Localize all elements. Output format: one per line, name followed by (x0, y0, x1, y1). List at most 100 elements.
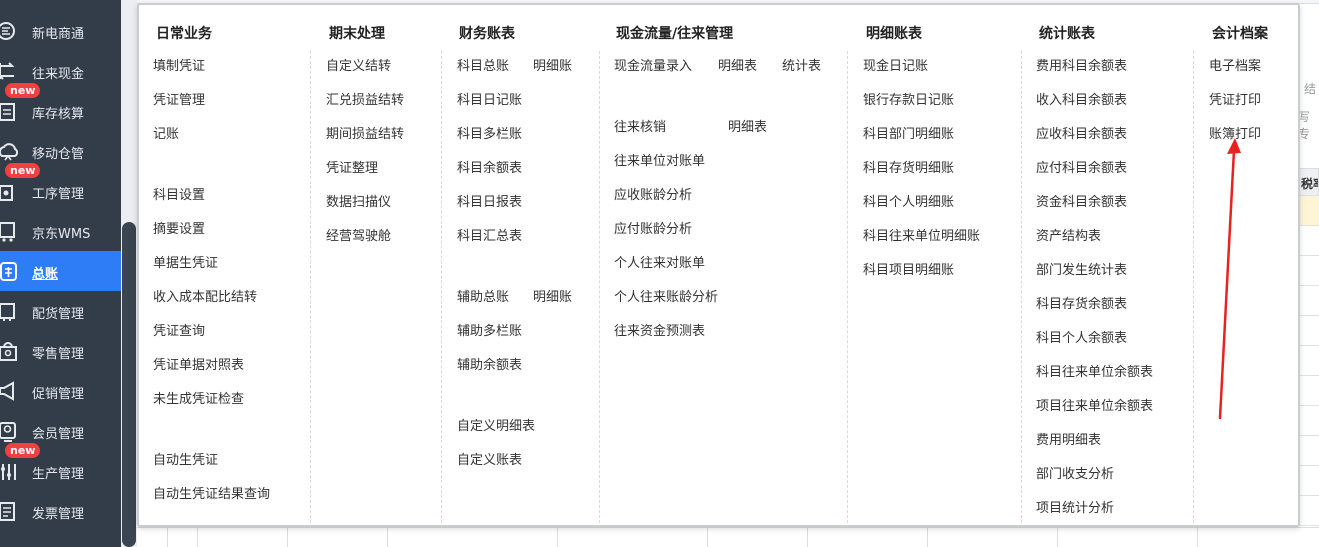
menu-item[interactable]: 费用科目余额表 (1036, 55, 1127, 74)
menu-item-ledger-print[interactable]: 账簿打印 (1209, 123, 1261, 142)
menu-item[interactable]: 现金流量录入 (614, 55, 692, 74)
menu-item[interactable]: 往来核销 (614, 116, 666, 135)
promotion-icon (0, 380, 18, 402)
menu-item[interactable]: 科目汇总表 (457, 225, 522, 244)
menu-item[interactable]: 自定义结转 (326, 55, 391, 74)
menu-item[interactable]: 资金科目余额表 (1036, 191, 1127, 210)
menu-item[interactable]: 凭证管理 (153, 89, 205, 108)
menu-item[interactable]: 科目往来单位余额表 (1036, 361, 1153, 380)
sidebar-item-ecommerce[interactable]: 新电商通 (0, 11, 121, 51)
menu-item[interactable]: 应付科目余额表 (1036, 157, 1127, 176)
menu-item[interactable]: 单据生凭证 (153, 252, 218, 271)
sidebar-item-production[interactable]: new 生产管理 (0, 443, 121, 491)
menu-item[interactable]: 自定义账表 (457, 449, 522, 468)
menu-item[interactable]: 资产结构表 (1036, 225, 1101, 244)
menu-item[interactable]: 辅助总账 (457, 286, 509, 305)
menu-item[interactable]: 科目项目明细账 (863, 259, 954, 278)
background-table-footer (137, 527, 1319, 547)
menu-item[interactable]: 明细表 (718, 55, 757, 74)
sidebar-item-distribution[interactable]: 配货管理 (0, 291, 121, 331)
new-badge: new (5, 163, 41, 178)
menu-item[interactable]: 科目个人余额表 (1036, 327, 1127, 346)
menu-item[interactable]: 往来单位对账单 (614, 150, 705, 169)
menu-item[interactable]: 汇兑损益结转 (326, 89, 404, 108)
menu-item[interactable]: 科目设置 (153, 184, 205, 203)
menu-item[interactable]: 部门发生统计表 (1036, 259, 1127, 278)
table-row[interactable] (1298, 376, 1319, 406)
menu-item[interactable]: 辅助多栏账 (457, 320, 522, 339)
menu-item[interactable]: 现金日记账 (863, 55, 928, 74)
menu-item[interactable]: 辅助余额表 (457, 354, 522, 373)
background-side-label-2: 写专 (1298, 110, 1311, 141)
table-row[interactable] (1298, 436, 1319, 466)
menu-item[interactable]: 部门收支分析 (1036, 463, 1114, 482)
menu-item[interactable]: 明细账 (533, 286, 572, 305)
menu-item[interactable]: 凭证整理 (326, 157, 378, 176)
table-row[interactable] (1298, 256, 1319, 286)
menu-item[interactable]: 项目统计分析 (1036, 497, 1114, 516)
menu-item[interactable]: 明细账 (533, 55, 572, 74)
menu-item[interactable]: 明细表 (728, 116, 767, 135)
sidebar-scrollbar-thumb[interactable] (122, 222, 136, 547)
sidebar-item-jd-wms[interactable]: 京东WMS (0, 211, 121, 251)
sidebar-item-retail[interactable]: 零售管理 (0, 331, 121, 371)
menu-item[interactable]: 科目往来单位明细账 (863, 225, 980, 244)
table-row[interactable] (1298, 196, 1319, 226)
menu-item[interactable]: 应付账龄分析 (614, 218, 692, 237)
menu-item[interactable]: 凭证单据对照表 (153, 354, 244, 373)
ledger-icon (0, 260, 18, 282)
menu-item[interactable]: 项目往来单位余额表 (1036, 395, 1153, 414)
menu-item[interactable]: 个人往来账龄分析 (614, 286, 718, 305)
menu-item[interactable]: 费用明细表 (1036, 429, 1101, 448)
menu-item[interactable]: 记账 (153, 123, 179, 142)
menu-item[interactable]: 科目存货明细账 (863, 157, 954, 176)
table-row[interactable] (1298, 496, 1319, 526)
menu-item[interactable]: 往来资金预测表 (614, 320, 705, 339)
menu-item[interactable]: 自定义明细表 (457, 415, 535, 434)
menu-item[interactable]: 科目日报表 (457, 191, 522, 210)
menu-item[interactable]: 科目存货余额表 (1036, 293, 1127, 312)
table-row[interactable] (1298, 466, 1319, 496)
process-icon (0, 180, 18, 202)
menu-item[interactable]: 科目日记账 (457, 89, 522, 108)
menu-item[interactable]: 个人往来对账单 (614, 252, 705, 271)
menu-item[interactable]: 电子档案 (1209, 55, 1261, 74)
menu-item[interactable]: 银行存款日记账 (863, 89, 954, 108)
menu-item[interactable]: 科目部门明细账 (863, 123, 954, 142)
menu-item[interactable]: 自动生凭证结果查询 (153, 483, 270, 502)
menu-item[interactable]: 未生成凭证检查 (153, 388, 244, 407)
menu-item[interactable]: 科目总账 (457, 55, 509, 74)
menu-item[interactable]: 统计表 (782, 55, 821, 74)
menu-item[interactable]: 凭证查询 (153, 320, 205, 339)
menu-item[interactable]: 收入科目余额表 (1036, 89, 1127, 108)
inventory-icon (0, 100, 18, 122)
menu-item[interactable]: 收入成本配比结转 (153, 286, 257, 305)
menu-item[interactable]: 自动生凭证 (153, 449, 218, 468)
menu-item[interactable]: 摘要设置 (153, 218, 205, 237)
sidebar-item-general-ledger[interactable]: 总账 (0, 251, 121, 291)
menu-item[interactable]: 应收账龄分析 (614, 184, 692, 203)
sidebar-item-process-management[interactable]: new 工序管理 (0, 163, 121, 211)
sidebar-item-label: 零售管理 (32, 347, 85, 362)
background-side-label-1: 结 (1304, 82, 1317, 96)
sidebar-item-label: 配货管理 (32, 307, 85, 322)
table-row[interactable] (1298, 286, 1319, 316)
menu-item[interactable]: 科目余额表 (457, 157, 522, 176)
sidebar-item-invoice[interactable]: 发票管理 (0, 491, 121, 531)
new-badge: new (5, 83, 41, 98)
menu-item[interactable]: 科目多栏账 (457, 123, 522, 142)
table-row[interactable] (1298, 346, 1319, 376)
menu-item[interactable]: 科目个人明细账 (863, 191, 954, 210)
table-row[interactable] (1298, 226, 1319, 256)
table-row[interactable] (1298, 406, 1319, 436)
menu-item[interactable]: 应收科目余额表 (1036, 123, 1127, 142)
menu-item[interactable]: 数据扫描仪 (326, 191, 391, 210)
menu-item[interactable]: 期间损益结转 (326, 123, 404, 142)
sidebar-item-inventory-accounting[interactable]: new 库存核算 (0, 83, 121, 131)
table-row[interactable] (1298, 316, 1319, 346)
menu-item[interactable]: 填制凭证 (153, 55, 205, 74)
menu-item[interactable]: 经营驾驶舱 (326, 225, 391, 244)
sidebar-item-promotion[interactable]: 促销管理 (0, 371, 121, 411)
menu-item[interactable]: 凭证打印 (1209, 89, 1261, 108)
sidebar-item-label: 京东WMS (32, 227, 91, 242)
